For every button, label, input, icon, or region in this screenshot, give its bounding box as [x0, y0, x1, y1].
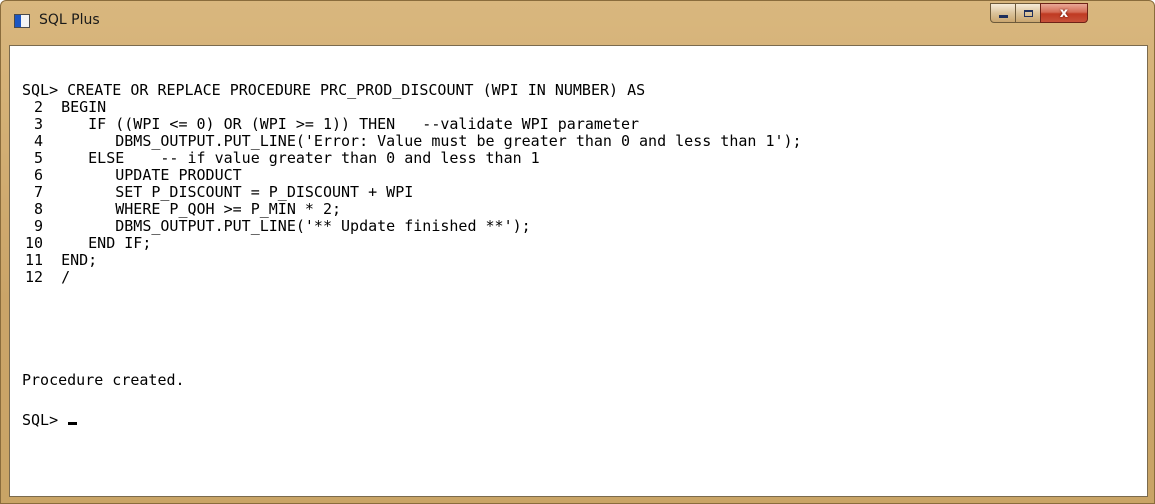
maximize-button[interactable] [1015, 3, 1041, 23]
code-line: 3 IF ((WPI <= 0) OR (WPI >= 1)) THEN --v… [22, 116, 802, 133]
minimize-button[interactable] [990, 3, 1016, 23]
minimize-icon [998, 14, 1008, 18]
code-line: 2 BEGIN [22, 99, 802, 116]
line-number: 8 [33, 200, 43, 218]
code-line: 10 END IF; [22, 235, 802, 252]
code-text: DBMS_OUTPUT.PUT_LINE('** Update finished… [61, 217, 531, 235]
line-number: 2 [33, 98, 43, 116]
code-line: 7 SET P_DISCOUNT = P_DISCOUNT + WPI [22, 184, 802, 201]
code-line: 6 UPDATE PRODUCT [22, 167, 802, 184]
window-title: SQL Plus [39, 12, 100, 28]
maximize-icon [1023, 9, 1033, 17]
code-text: END IF; [61, 234, 152, 252]
code-text: SET P_DISCOUNT = P_DISCOUNT + WPI [61, 183, 414, 201]
code-line: 5 ELSE -- if value greater than 0 and le… [22, 150, 802, 167]
first-command-line: SQL> CREATE OR REPLACE PROCEDURE PRC_PRO… [22, 82, 645, 99]
console-output-area[interactable]: SQL> CREATE OR REPLACE PROCEDURE PRC_PRO… [9, 45, 1148, 497]
code-text: ELSE -- if value greater than 0 and less… [61, 149, 540, 167]
code-text: BEGIN [61, 98, 107, 116]
code-text: IF ((WPI <= 0) OR (WPI >= 1)) THEN --val… [61, 115, 640, 133]
sqlplus-console-icon[interactable] [14, 14, 30, 28]
command-text: CREATE OR REPLACE PROCEDURE PRC_PROD_DIS… [67, 81, 646, 99]
line-number: 7 [33, 183, 43, 201]
code-lines: 2 BEGIN 3 IF ((WPI <= 0) OR (WPI >= 1)) T… [22, 99, 802, 286]
code-text: WHERE P_QOH >= P_MIN * 2; [61, 200, 342, 218]
code-line: 8 WHERE P_QOH >= P_MIN * 2; [22, 201, 802, 218]
line-number: 9 [33, 217, 43, 235]
code-line: 12 / [22, 269, 802, 286]
text-cursor [68, 422, 78, 425]
procedure-created-message: Procedure created. [22, 371, 185, 389]
sql-prompt: SQL> [22, 81, 59, 99]
sqlplus-window: SQL Plus x SQL> CREATE OR REPLACE PROCED… [0, 0, 1155, 504]
code-line: 4 DBMS_OUTPUT.PUT_LINE('Error: Value mus… [22, 133, 802, 150]
line-number: 4 [33, 132, 43, 150]
line-number: 3 [33, 115, 43, 133]
line-number: 12 [24, 268, 43, 286]
line-number: 10 [24, 234, 43, 252]
code-line: 11 END; [22, 252, 802, 269]
code-text: / [61, 268, 71, 286]
code-text: DBMS_OUTPUT.PUT_LINE('Error: Value must … [61, 132, 802, 150]
close-button[interactable]: x [1040, 3, 1088, 23]
line-number: 5 [33, 149, 43, 167]
final-prompt-line[interactable]: SQL> [22, 411, 78, 429]
line-number: 6 [33, 166, 43, 184]
code-text: UPDATE PRODUCT [61, 166, 242, 184]
sql-prompt: SQL> [22, 411, 59, 429]
code-text: END; [61, 251, 98, 269]
close-icon: x [1059, 5, 1069, 21]
line-number: 11 [24, 251, 43, 269]
title-bar[interactable]: SQL Plus x [1, 1, 1154, 45]
code-line: 9 DBMS_OUTPUT.PUT_LINE('** Update finish… [22, 218, 802, 235]
